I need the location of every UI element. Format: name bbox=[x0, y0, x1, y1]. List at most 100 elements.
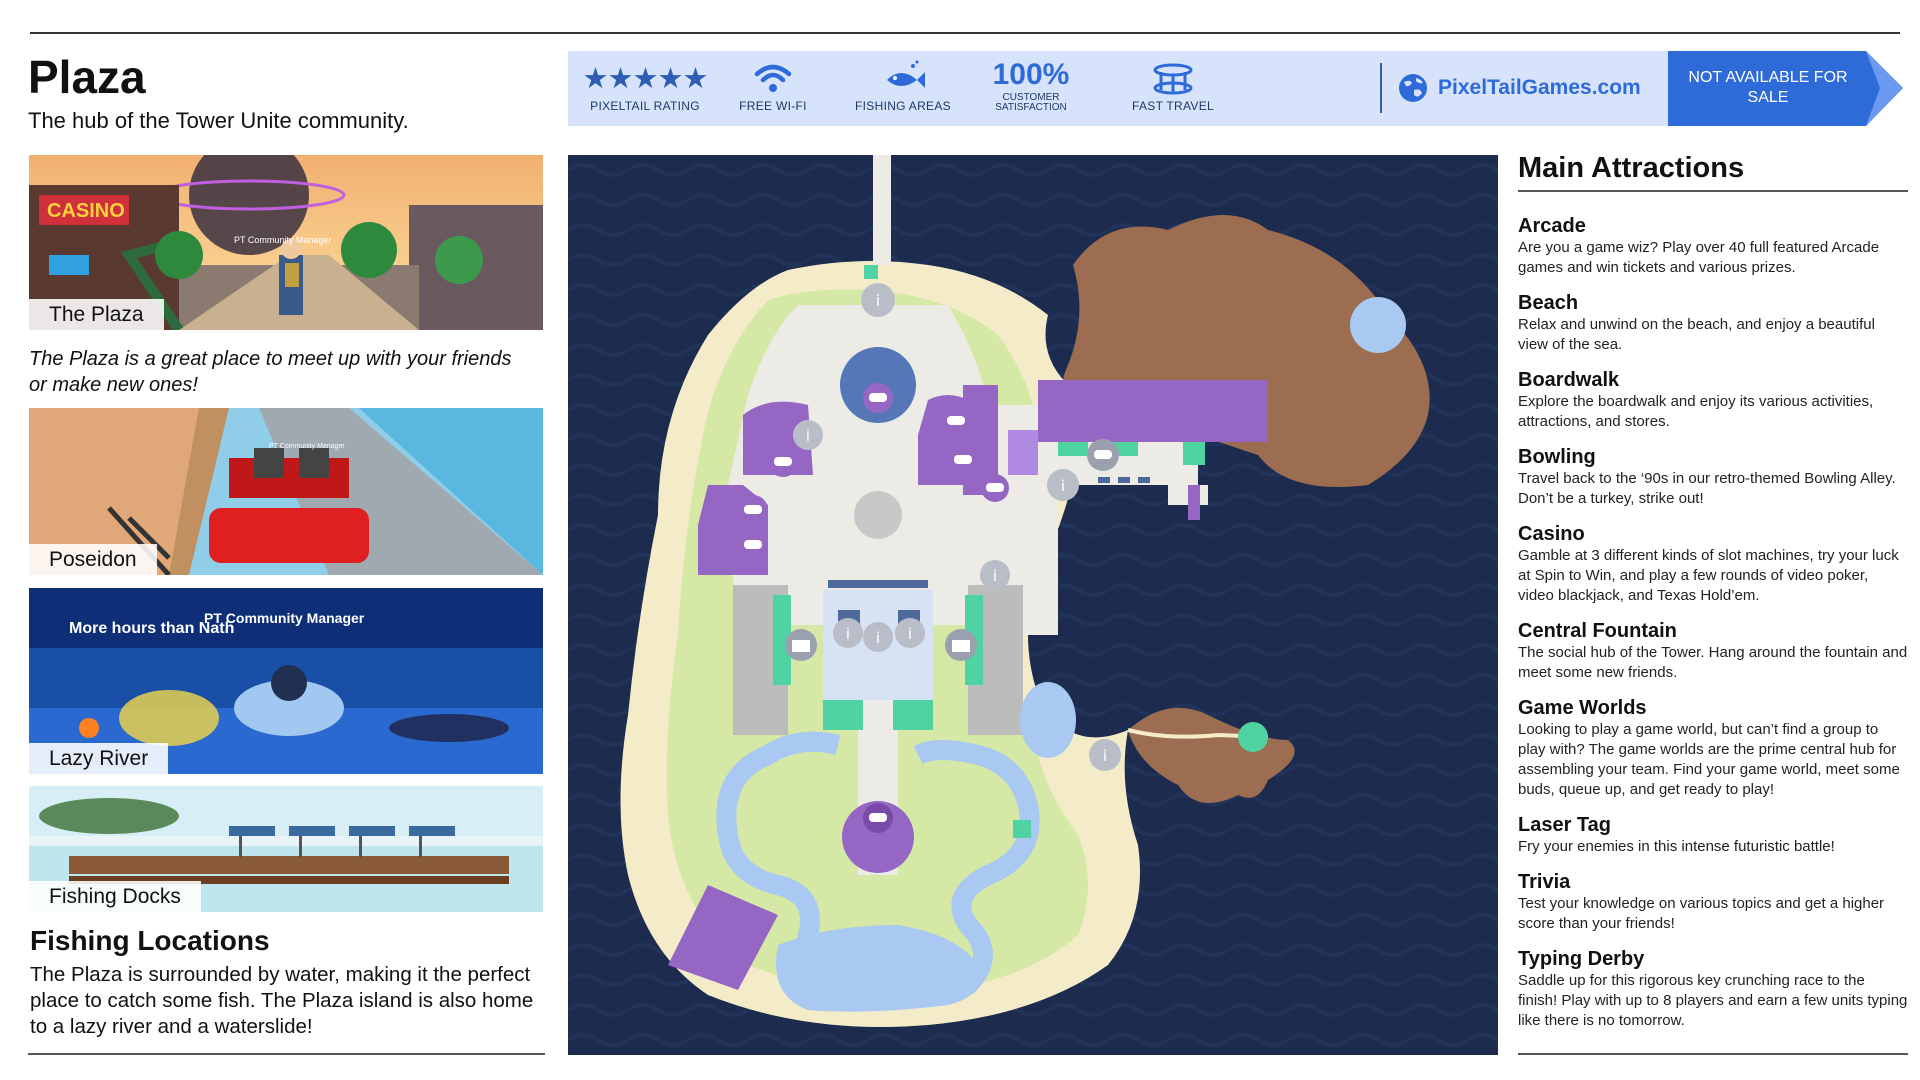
feature-wifi: FREE WI-FI bbox=[718, 57, 828, 113]
gamepad-icon[interactable] bbox=[863, 383, 893, 413]
attraction-item: Typing Derby Saddle up for this rigorous … bbox=[1518, 947, 1908, 1031]
website-link[interactable]: PixelTailGames.com bbox=[1398, 73, 1641, 103]
globe-icon bbox=[1399, 74, 1427, 102]
poseidon-nametag-text: PT Community Manager bbox=[269, 443, 345, 450]
attraction-item: Beach Relax and unwind on the beach, and … bbox=[1518, 291, 1908, 355]
teleporter-icon bbox=[1153, 63, 1193, 95]
gamepad-icon[interactable] bbox=[863, 803, 893, 833]
island-map: i i i i i i i i bbox=[568, 155, 1498, 1055]
feature-label: CUSTOMER SATISFACTION bbox=[995, 92, 1067, 113]
river-nametag-text: PT Community Manager bbox=[204, 610, 365, 626]
info-icon[interactable]: i bbox=[793, 420, 823, 450]
photo-column: CASINO PT Community Manager The Plaza Th… bbox=[29, 0, 549, 1080]
svg-text:i: i bbox=[876, 629, 880, 647]
arcade-building bbox=[1038, 380, 1268, 442]
attraction-name: Game Worlds bbox=[1518, 697, 1647, 719]
svg-text:i: i bbox=[908, 625, 912, 643]
feature-label: FAST TRAVEL bbox=[1132, 99, 1214, 113]
info-icon[interactable]: i bbox=[833, 618, 863, 648]
attraction-desc: Are you a game wiz? Play over 40 full fe… bbox=[1518, 239, 1880, 276]
shop-icon[interactable] bbox=[945, 629, 977, 661]
attraction-name: Typing Derby bbox=[1518, 948, 1645, 970]
attraction-name: Central Fountain bbox=[1518, 620, 1677, 642]
gamepad-icon[interactable] bbox=[1087, 439, 1119, 471]
north-pier bbox=[873, 155, 891, 265]
attraction-item: Game Worlds Looking to play a game world,… bbox=[1518, 696, 1908, 800]
svg-text:i: i bbox=[876, 291, 880, 310]
sale-badge: NOT AVAILABLE FOR SALE bbox=[1668, 51, 1903, 126]
info-icon[interactable]: i bbox=[895, 618, 925, 648]
fishing-text: The Plaza is surrounded by water, making… bbox=[30, 963, 534, 1038]
attraction-desc: The social hub of the Tower. Hang around… bbox=[1518, 644, 1908, 681]
feature-label: FREE WI-FI bbox=[739, 99, 807, 113]
feature-banner: ★★★★★ PIXELTAIL RATING FREE WI-FI FISHIN… bbox=[568, 51, 1903, 126]
sale-text: NOT AVAILABLE FOR SALE bbox=[1688, 69, 1848, 106]
plaza-photo: CASINO PT Community Manager The Plaza bbox=[29, 155, 543, 330]
fishing-docks-photo: Fishing Docks bbox=[29, 786, 543, 912]
svg-text:i: i bbox=[806, 427, 810, 445]
feature-label: FISHING AREAS bbox=[855, 99, 951, 113]
bottom-rule-right bbox=[1518, 1053, 1908, 1055]
shop-icon[interactable] bbox=[785, 629, 817, 661]
photo-caption-lazy-river: Lazy River bbox=[29, 743, 169, 774]
plaza-nametag-text: PT Community Manager bbox=[234, 235, 331, 245]
info-icon[interactable]: i bbox=[980, 560, 1010, 590]
attractions-column: Main Attractions bbox=[1518, 150, 1908, 192]
gamepad-icon[interactable] bbox=[738, 495, 768, 525]
plaza-map: i i i i i i i i bbox=[568, 155, 1498, 1055]
attraction-name: Beach bbox=[1518, 292, 1579, 314]
attraction-item: Boardwalk Explore the boardwalk and enjoy… bbox=[1518, 368, 1908, 432]
percent-text: 100% bbox=[992, 58, 1070, 91]
info-icon[interactable]: i bbox=[863, 622, 893, 652]
fishing-title: Fishing Locations bbox=[30, 925, 270, 956]
attraction-item: Central Fountain The social hub of the To… bbox=[1518, 619, 1908, 683]
pond bbox=[1020, 682, 1076, 758]
plaza-statue bbox=[854, 491, 902, 539]
gamepad-icon[interactable] bbox=[768, 447, 798, 477]
poseidon-photo: PT Community Manager Poseidon bbox=[29, 408, 543, 575]
info-icon[interactable]: i bbox=[1047, 469, 1079, 501]
feature-fishing: FISHING AREAS bbox=[843, 57, 963, 113]
attraction-desc: Test your knowledge on various topics an… bbox=[1518, 895, 1885, 932]
attractions-rule bbox=[1518, 190, 1908, 192]
attraction-desc: Saddle up for this rigorous key crunchin… bbox=[1518, 972, 1908, 1029]
gamepad-icon[interactable] bbox=[738, 530, 768, 560]
gamepad-icon[interactable] bbox=[941, 406, 971, 436]
rock-teleporter bbox=[1238, 722, 1268, 752]
photo-caption-poseidon: Poseidon bbox=[29, 544, 157, 575]
info-icon[interactable]: i bbox=[861, 283, 895, 317]
attraction-desc: Looking to play a game world, but can’t … bbox=[1518, 721, 1900, 798]
photo-caption-plaza: The Plaza bbox=[29, 299, 164, 330]
gamepad-icon[interactable] bbox=[981, 474, 1009, 502]
feature-fast-travel: FAST TRAVEL bbox=[1108, 57, 1238, 113]
attraction-name: Arcade bbox=[1518, 215, 1586, 237]
wifi-icon bbox=[754, 64, 792, 92]
rock-pool bbox=[1350, 297, 1406, 353]
svg-text:i: i bbox=[993, 567, 997, 585]
gamepad-icon[interactable] bbox=[948, 445, 978, 475]
attraction-item: Trivia Test your knowledge on various top… bbox=[1518, 870, 1908, 934]
attraction-item: Casino Gamble at 3 different kinds of slo… bbox=[1518, 522, 1908, 606]
fish-icon bbox=[887, 60, 925, 88]
stars-icon: ★★★★★ bbox=[582, 62, 709, 95]
attraction-item: Bowling Travel back to the ‘90s in our re… bbox=[1518, 445, 1908, 509]
attraction-name: Laser Tag bbox=[1518, 814, 1611, 836]
attraction-desc: Explore the boardwalk and enjoy its vari… bbox=[1518, 393, 1874, 430]
attraction-desc: Fry your enemies in this intense futuris… bbox=[1518, 838, 1835, 855]
attraction-item: Arcade Are you a game wiz? Play over 40 f… bbox=[1518, 214, 1908, 278]
info-icon[interactable]: i bbox=[1089, 739, 1121, 771]
plaza-quote: The Plaza is a great place to meet up wi… bbox=[29, 348, 512, 396]
attractions-title: Main Attractions bbox=[1518, 152, 1745, 184]
banner-divider bbox=[1380, 63, 1382, 113]
website-text[interactable]: PixelTailGames.com bbox=[1438, 76, 1641, 100]
casino-sign-text: CASINO bbox=[47, 200, 125, 222]
bottom-rule-left bbox=[28, 1053, 545, 1055]
svg-text:i: i bbox=[1103, 747, 1107, 765]
attraction-item: Laser Tag Fry your enemies in this intens… bbox=[1518, 813, 1908, 857]
attraction-name: Trivia bbox=[1518, 871, 1571, 893]
feature-satisfaction: 100% CUSTOMER SATISFACTION bbox=[976, 57, 1086, 113]
attraction-name: Boardwalk bbox=[1518, 369, 1620, 391]
attraction-desc: Gamble at 3 different kinds of slot mach… bbox=[1518, 547, 1899, 604]
feature-rating: ★★★★★ PIXELTAIL RATING bbox=[580, 57, 710, 114]
lazy-river-photo: More hours than Nath PT Community Manage… bbox=[29, 588, 543, 774]
